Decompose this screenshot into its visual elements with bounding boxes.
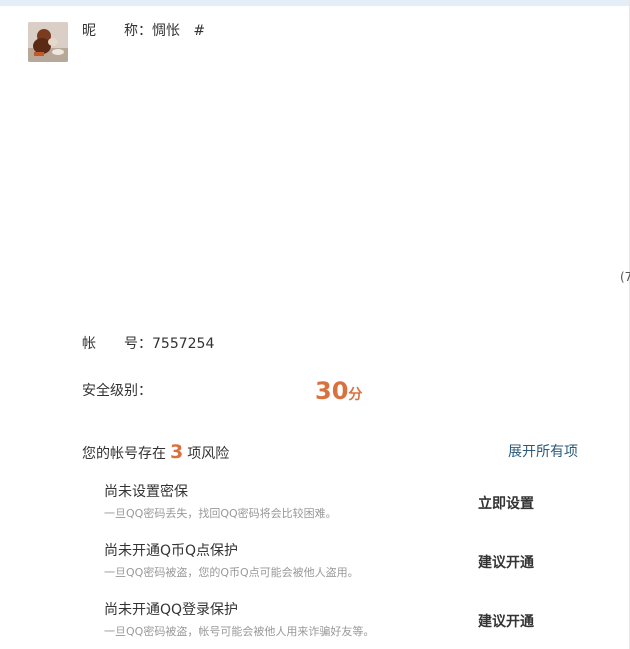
risk-item: 尚未开通QQ登录保护 一旦QQ密码被盗，帐号可能会被他人用来诈骗好友等。 建议开…	[104, 601, 584, 639]
security-score-unit: 分	[348, 387, 363, 403]
account-security-page: 昵 称：惆怅 # (7 帐 号：7557254 安全级别： 30分 您的帐号存在 3 项…	[0, 0, 630, 649]
risk-item: 尚未开通Q币Q点保护 一旦QQ密码被盗，您的Q币Q点可能会被他人盗用。 建议开通	[104, 542, 584, 580]
risk-item: 尚未设置密保 一旦QQ密码丢失，找回QQ密码将会比较困难。 立即设置	[104, 483, 584, 521]
account-number: 7557254	[152, 336, 215, 352]
set-now-button[interactable]: 立即设置	[478, 493, 534, 513]
enable-button[interactable]: 建议开通	[478, 552, 534, 572]
enable-button[interactable]: 建议开通	[478, 611, 534, 631]
expand-all-link[interactable]: 展开所有项	[508, 443, 578, 461]
account-row: 帐 号：7557254	[82, 335, 214, 353]
nickname-suffix: #	[193, 23, 206, 39]
risk-summary: 您的帐号存在 3 项风险	[82, 442, 229, 464]
nickname-value: 惆怅	[152, 23, 180, 39]
account-label-a: 帐	[82, 336, 96, 352]
avatar-photo-icon	[28, 22, 68, 62]
risk-summary-prefix: 您的帐号存在	[82, 446, 166, 462]
risk-count: 3	[170, 441, 184, 463]
clipped-side-text: (7	[620, 270, 630, 284]
nickname-row: 昵 称：惆怅 #	[82, 22, 205, 40]
nickname-label-b: 称：	[124, 23, 152, 39]
avatar[interactable]	[28, 22, 68, 62]
top-band	[0, 0, 630, 6]
account-label-b: 号：	[124, 336, 152, 352]
risk-summary-suffix: 项风险	[187, 446, 230, 462]
security-level-label: 安全级别：	[82, 383, 152, 399]
security-score: 30分	[315, 377, 362, 405]
security-score-value: 30	[315, 377, 349, 405]
nickname-label-a: 昵	[82, 23, 96, 39]
